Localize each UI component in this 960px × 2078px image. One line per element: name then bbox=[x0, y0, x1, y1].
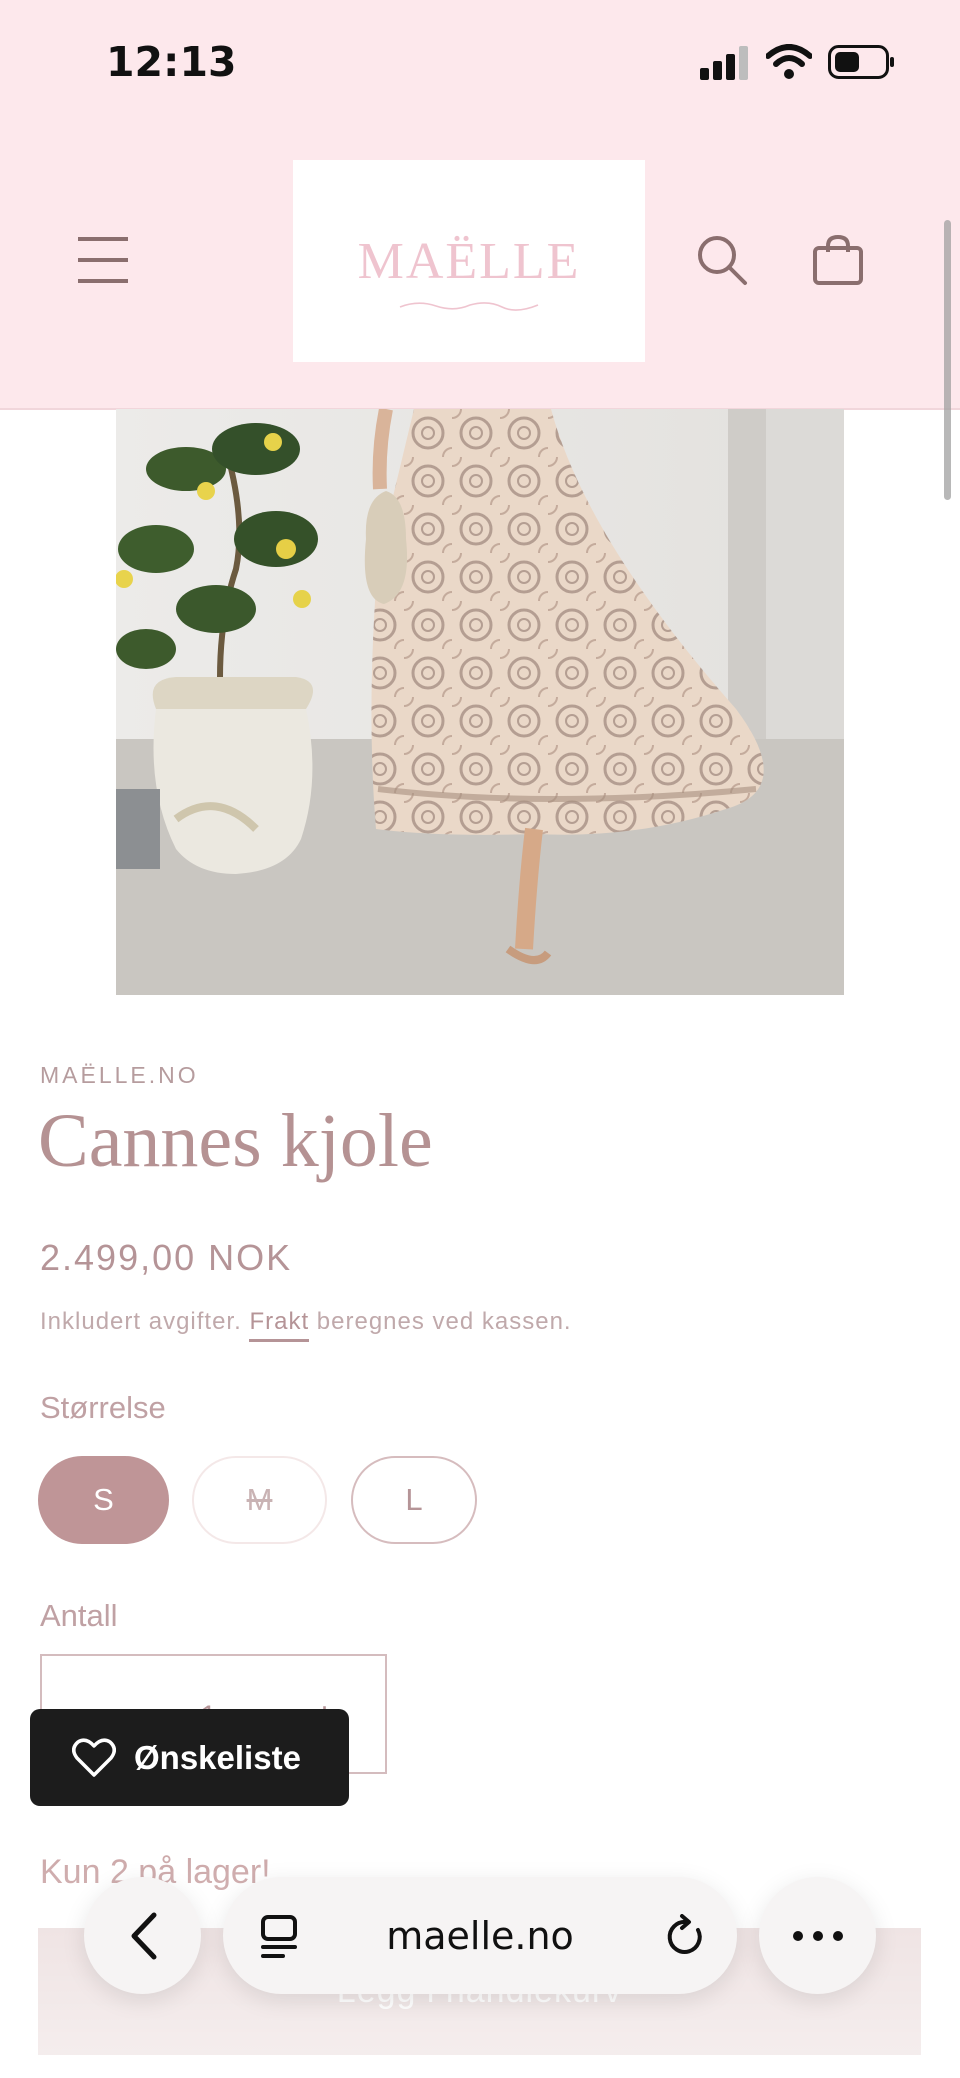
site-logo[interactable]: MAËLLE bbox=[293, 160, 645, 362]
size-label: Størrelse bbox=[40, 1390, 166, 1425]
menu-icon[interactable] bbox=[78, 236, 128, 284]
tax-note-prefix: Inkludert avgifter. bbox=[40, 1308, 250, 1335]
more-dots-icon bbox=[792, 1930, 843, 1941]
search-icon[interactable] bbox=[696, 234, 748, 286]
product-image[interactable] bbox=[116, 409, 844, 995]
product-vendor: MAËLLE.NO bbox=[40, 1062, 199, 1088]
size-option-m[interactable]: M bbox=[192, 1456, 327, 1544]
size-option-l[interactable]: L bbox=[351, 1456, 477, 1544]
tax-note: Inkludert avgifter. Frakt beregnes ved k… bbox=[40, 1308, 572, 1342]
heart-icon bbox=[72, 1737, 116, 1777]
status-time: 12:13 bbox=[106, 38, 237, 86]
product-title: Cannes kjole bbox=[38, 1099, 433, 1183]
more-button[interactable] bbox=[759, 1877, 876, 1994]
chevron-left-icon bbox=[131, 1912, 156, 1959]
wifi-icon bbox=[766, 44, 812, 79]
back-button[interactable] bbox=[84, 1877, 201, 1994]
wishlist-button[interactable]: Ønskeliste bbox=[30, 1709, 349, 1806]
url-text: maelle.no bbox=[386, 1913, 574, 1958]
wishlist-label: Ønskeliste bbox=[134, 1738, 301, 1776]
address-bar[interactable]: maelle.no bbox=[223, 1877, 737, 1994]
reload-icon[interactable] bbox=[665, 1914, 707, 1958]
logo-wordmark: MAËLLE bbox=[357, 233, 581, 290]
shipping-link[interactable]: Frakt bbox=[249, 1308, 310, 1342]
battery-icon bbox=[828, 45, 894, 79]
size-option-s[interactable]: S bbox=[38, 1456, 169, 1544]
tax-note-suffix: beregnes ved kassen. bbox=[309, 1308, 572, 1335]
cellular-signal-icon bbox=[700, 46, 748, 80]
product-price: 2.499,00 NOK bbox=[40, 1237, 293, 1278]
page-scrollbar[interactable] bbox=[944, 220, 951, 500]
quantity-label: Antall bbox=[40, 1598, 118, 1633]
cart-icon[interactable] bbox=[812, 234, 864, 286]
logo-flourish bbox=[399, 302, 539, 311]
